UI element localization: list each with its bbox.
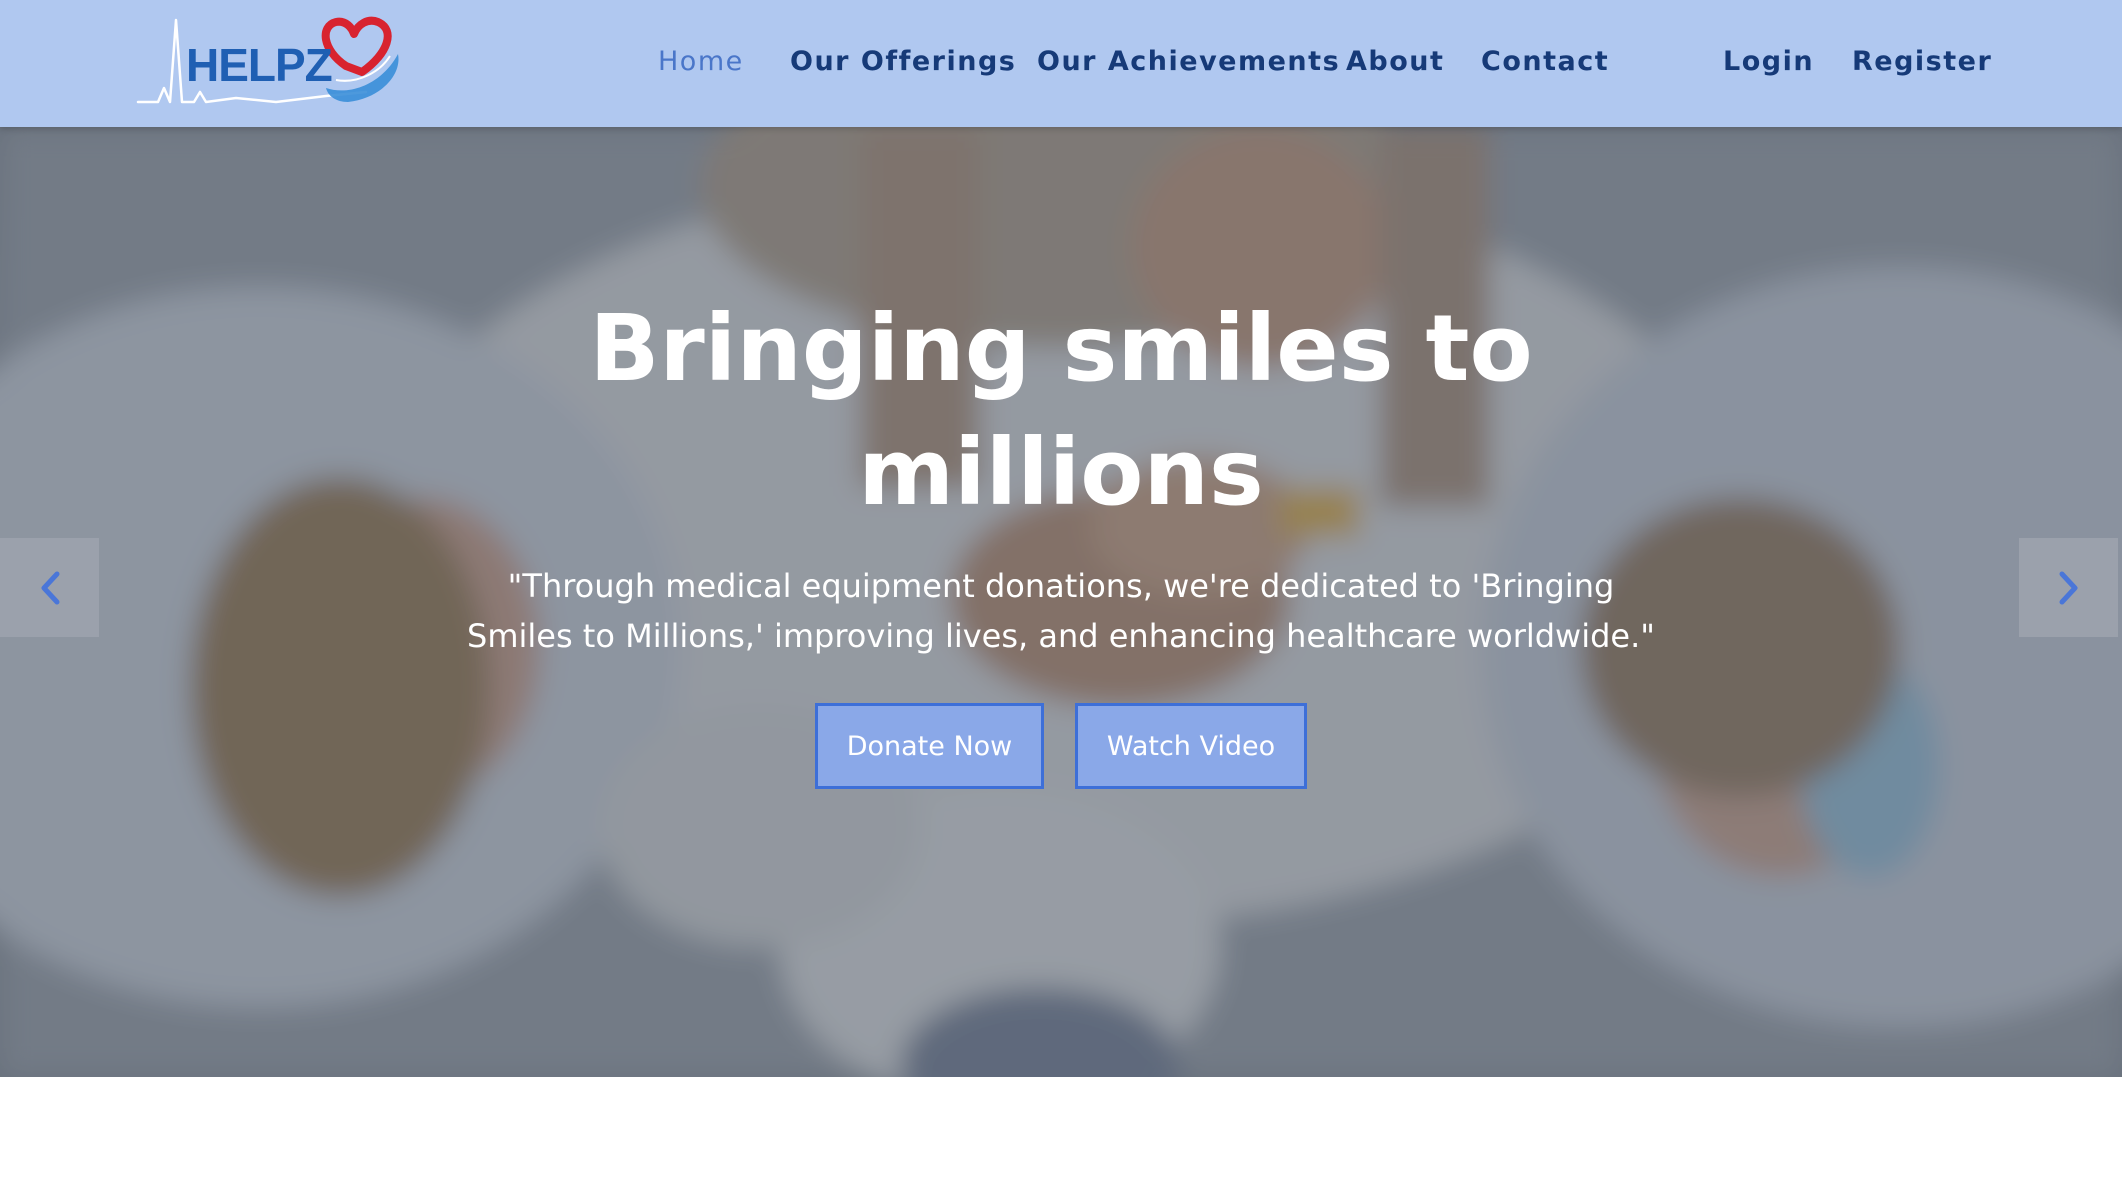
nav-our-achievements[interactable]: Our Achievements (1037, 46, 1340, 77)
carousel-next-button[interactable] (2019, 538, 2118, 637)
watch-video-button[interactable]: Watch Video (1075, 703, 1307, 789)
helpz-logo[interactable]: HELPZ (136, 14, 406, 110)
carousel-prev-button[interactable] (0, 538, 99, 637)
hero-title-line1: Bringing smiles to (589, 295, 1533, 402)
nav-home[interactable]: Home (658, 46, 744, 77)
chevron-left-icon (41, 571, 59, 604)
nav-login[interactable]: Login (1723, 46, 1814, 77)
nav-our-offerings[interactable]: Our Offerings (790, 46, 1016, 77)
logo-text: HELPZ (186, 39, 333, 91)
nav-contact[interactable]: Contact (1481, 46, 1609, 77)
nav-register[interactable]: Register (1852, 46, 1992, 77)
hero-title: Bringing smiles to millions (0, 287, 2122, 535)
nav-about[interactable]: About (1346, 46, 1444, 77)
hero-carousel: Bringing smiles to millions "Through med… (0, 127, 2122, 1077)
hero-subtitle: "Through medical equipment donations, we… (467, 567, 1655, 655)
hero-title-line2: millions (858, 419, 1264, 526)
donate-now-button[interactable]: Donate Now (815, 703, 1044, 789)
navbar: HELPZ Home Our Offerings Our Achievement… (0, 0, 2122, 127)
chevron-right-icon (2059, 571, 2077, 604)
